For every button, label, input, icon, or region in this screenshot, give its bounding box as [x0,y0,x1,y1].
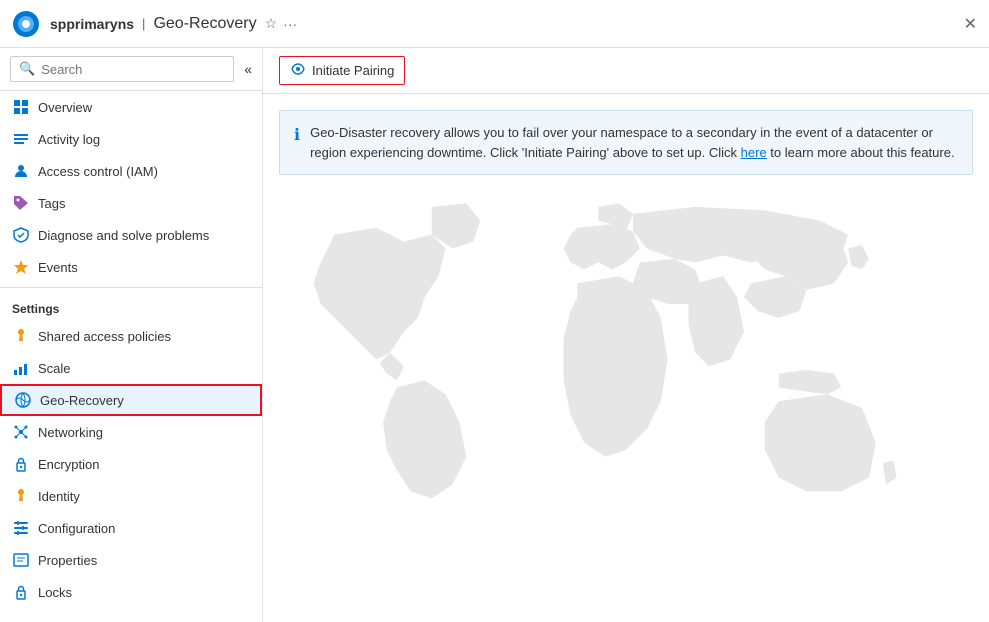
initiate-pairing-button[interactable]: Initiate Pairing [279,56,405,85]
close-button[interactable]: ✕ [964,14,977,34]
access-control-icon [12,162,30,180]
diagnose-icon [12,226,30,244]
title-separator: | [142,16,145,31]
world-map [279,193,973,540]
access-control-label: Access control (IAM) [38,164,158,179]
sidebar-item-access-control[interactable]: Access control (IAM) [0,155,262,187]
shared-access-label: Shared access policies [38,329,171,344]
scale-icon [12,359,30,377]
favorite-button[interactable]: ☆ [265,15,278,32]
encryption-icon [12,455,30,473]
identity-label: Identity [38,489,80,504]
content-body: ℹ Geo-Disaster recovery allows you to fa… [263,94,989,622]
info-icon: ℹ [294,124,300,148]
overview-label: Overview [38,100,92,115]
activity-log-icon [12,130,30,148]
networking-label: Networking [38,425,103,440]
properties-icon [12,551,30,569]
settings-divider [0,287,262,288]
sidebar-item-properties[interactable]: Properties [0,544,262,576]
page-title: Geo-Recovery [153,15,256,33]
sidebar-item-identity[interactable]: Identity [0,480,262,512]
sidebar-item-geo-recovery[interactable]: Geo-Recovery [0,384,262,416]
shared-access-icon [12,327,30,345]
sidebar-item-tags[interactable]: Tags [0,187,262,219]
sidebar-item-events[interactable]: Events [0,251,262,283]
configuration-label: Configuration [38,521,115,536]
world-map-container [279,191,973,541]
search-icon: 🔍 [19,61,35,77]
diagnose-label: Diagnose and solve problems [38,228,209,243]
encryption-label: Encryption [38,457,99,472]
info-banner: ℹ Geo-Disaster recovery allows you to fa… [279,110,973,175]
scale-label: Scale [38,361,71,376]
properties-label: Properties [38,553,97,568]
search-input[interactable] [41,62,225,77]
initiate-pairing-label: Initiate Pairing [312,63,394,78]
initiate-pairing-icon [290,61,306,80]
sidebar-item-encryption[interactable]: Encryption [0,448,262,480]
locks-icon [12,583,30,601]
sidebar-item-shared-access[interactable]: Shared access policies [0,320,262,352]
app-name: spprimaryns [50,16,134,32]
events-label: Events [38,260,78,275]
app-logo [12,10,40,38]
content-area: Initiate Pairing ℹ Geo-Disaster recovery… [263,48,989,622]
tags-label: Tags [38,196,65,211]
settings-section-label: Settings [0,292,262,320]
locks-label: Locks [38,585,72,600]
sidebar-collapse-button[interactable]: « [244,61,252,77]
sidebar-item-diagnose[interactable]: Diagnose and solve problems [0,219,262,251]
networking-icon [12,423,30,441]
activity-log-label: Activity log [38,132,100,147]
identity-icon [12,487,30,505]
sidebar-item-scale[interactable]: Scale [0,352,262,384]
sidebar-item-activity-log[interactable]: Activity log [0,123,262,155]
main-layout: 🔍 « Overview Activity log [0,48,989,622]
configuration-icon [12,519,30,537]
sidebar-item-overview[interactable]: Overview [0,91,262,123]
geo-recovery-label: Geo-Recovery [40,393,124,408]
info-banner-text: Geo-Disaster recovery allows you to fail… [310,123,958,162]
sidebar-item-networking[interactable]: Networking [0,416,262,448]
sidebar-item-locks[interactable]: Locks [0,576,262,608]
content-toolbar: Initiate Pairing [263,48,989,94]
geo-recovery-icon [14,391,32,409]
title-bar: spprimaryns | Geo-Recovery ☆ ··· ✕ [0,0,989,48]
overview-icon [12,98,30,116]
tags-icon [12,194,30,212]
sidebar-item-configuration[interactable]: Configuration [0,512,262,544]
events-icon [12,258,30,276]
sidebar: 🔍 « Overview Activity log [0,48,263,622]
sidebar-nav: Overview Activity log Access control (IA… [0,91,262,622]
info-banner-link[interactable]: here [741,145,767,160]
search-box[interactable]: 🔍 [10,56,234,82]
more-options-button[interactable]: ··· [283,16,297,32]
